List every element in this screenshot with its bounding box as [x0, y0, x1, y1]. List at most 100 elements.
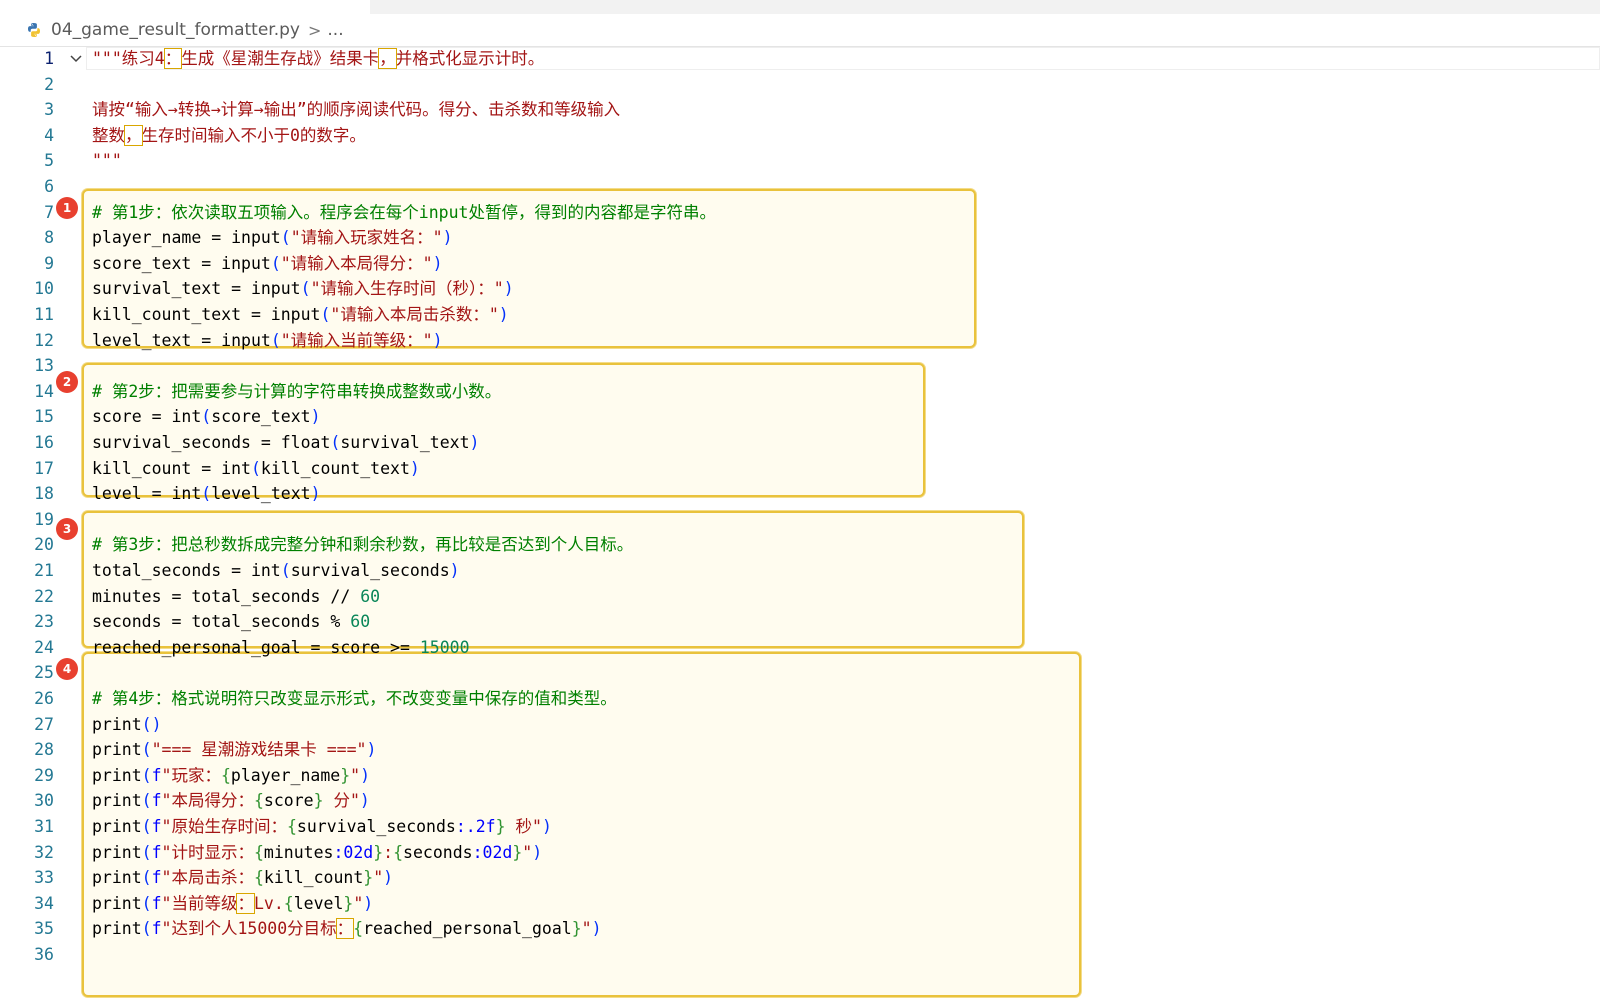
code-text: score = int(score_text)	[92, 407, 321, 427]
line-number: 33	[34, 868, 54, 888]
code-line[interactable]: 18 level = int(level_text)	[0, 481, 1600, 507]
line-number: 22	[34, 586, 54, 606]
line-number: 34	[34, 893, 54, 913]
line-number: 13	[34, 356, 54, 376]
line-number: 35	[34, 919, 54, 939]
line-number: 1	[44, 49, 54, 68]
code-line[interactable]: 17 kill_count = int(kill_count_text)	[0, 456, 1600, 482]
code-line[interactable]: 14 # 第2步：把需要参与计算的字符串转换成整数或小数。	[0, 379, 1600, 405]
python-file-icon	[26, 22, 42, 38]
code-line[interactable]: 22 minutes = total_seconds // 60	[0, 584, 1600, 610]
code-line[interactable]: 25	[0, 660, 1600, 686]
code-line[interactable]: 35 print(f"达到个人15000分目标：{reached_personal…	[0, 916, 1600, 942]
line-number: 17	[34, 458, 54, 478]
line-number: 19	[34, 509, 54, 529]
code-text: # 第2步：把需要参与计算的字符串转换成整数或小数。	[92, 381, 502, 401]
code-line[interactable]: 34 print(f"当前等级：Lv.{level}")	[0, 891, 1600, 917]
line-number: 29	[34, 765, 54, 785]
code-text: total_seconds = int(survival_seconds)	[92, 561, 460, 580]
breadcrumb-more[interactable]: ...	[327, 20, 343, 40]
code-line[interactable]: 1 """练习4：生成《星潮生存战》结果卡，并格式化显示计时。	[0, 46, 1600, 72]
code-line[interactable]: 21 total_seconds = int(survival_seconds)	[0, 558, 1600, 584]
code-line[interactable]: 29 print(f"玩家：{player_name}")	[0, 763, 1600, 789]
line-number: 31	[34, 817, 54, 836]
code-text: kill_count_text = input("请输入本局击杀数：")	[92, 305, 509, 324]
line-number: 10	[34, 279, 54, 299]
line-number: 5	[44, 151, 54, 171]
code-line[interactable]: 5 """	[0, 148, 1600, 174]
code-line[interactable]: 27 print()	[0, 712, 1600, 738]
code-text: print(f"当前等级：Lv.{level}")	[92, 892, 374, 914]
code-text: survival_text = input("请输入生存时间（秒）：")	[92, 279, 514, 299]
code-line[interactable]: 24 reached_personal_goal = score >= 15000	[0, 635, 1600, 661]
code-text: level = int(level_text)	[92, 484, 321, 504]
line-number: 23	[34, 612, 54, 632]
code-text: # 第3步：把总秒数拆成完整分钟和剩余秒数，再比较是否达到个人目标。	[92, 535, 634, 555]
line-number: 15	[34, 407, 54, 427]
code-text: score_text = input("请输入本局得分：")	[92, 253, 443, 273]
breadcrumb-file[interactable]: 04_game_result_formatter.py	[51, 20, 300, 40]
line-number: 11	[34, 305, 54, 324]
line-number: 16	[34, 433, 54, 452]
code-text: player_name = input("请输入玩家姓名：")	[92, 228, 453, 248]
code-line[interactable]: 31 print(f"原始生存时间：{survival_seconds:.2f} …	[0, 814, 1600, 840]
breadcrumb-separator: >	[307, 20, 322, 40]
breadcrumb: 04_game_result_formatter.py > ...	[0, 14, 1600, 47]
code-text: """	[92, 151, 122, 171]
code-text: minutes = total_seconds // 60	[92, 586, 381, 606]
line-number: 24	[34, 637, 54, 657]
code-text: print(f"计时显示：{minutes:02d}:{seconds:02d}…	[92, 842, 543, 862]
code-line[interactable]: 2	[0, 72, 1600, 98]
top-strip	[370, 0, 1600, 14]
code-line[interactable]: 12 level_text = input("请输入当前等级：")	[0, 328, 1600, 354]
code-text: print("=== 星潮游戏结果卡 ===")	[92, 740, 377, 760]
code-text: print(f"原始生存时间：{survival_seconds:.2f} 秒"…	[92, 817, 552, 836]
line-number: 12	[34, 330, 54, 350]
code-line[interactable]: 7 # 第1步：依次读取五项输入。程序会在每个input处暂停，得到的内容都是字符…	[0, 200, 1600, 226]
code-line[interactable]: 32 print(f"计时显示：{minutes:02d}:{seconds:02…	[0, 840, 1600, 866]
line-number: 36	[34, 945, 54, 964]
code-text: kill_count = int(kill_count_text)	[92, 458, 420, 478]
code-line[interactable]: 30 print(f"本局得分：{score} 分")	[0, 788, 1600, 814]
code-line[interactable]: 4 整数，生存时间输入不小于0的数字。	[0, 123, 1600, 149]
code-line[interactable]: 10 survival_text = input("请输入生存时间（秒）：")	[0, 276, 1600, 302]
line-number: 4	[44, 125, 54, 145]
line-number: 27	[34, 714, 54, 734]
line-number: 7	[44, 202, 54, 222]
line-number: 32	[34, 842, 54, 862]
code-line[interactable]: 36	[0, 942, 1600, 968]
code-text: # 第4步：格式说明符只改变显示形式，不改变变量中保存的值和类型。	[92, 689, 617, 708]
code-line[interactable]: 20 # 第3步：把总秒数拆成完整分钟和剩余秒数，再比较是否达到个人目标。	[0, 532, 1600, 558]
chevron-down-icon[interactable]	[68, 46, 84, 72]
code-line[interactable]: 3 请按“输入→转换→计算→输出”的顺序阅读代码。得分、击杀数和等级输入	[0, 97, 1600, 123]
code-editor[interactable]: 1 2 3 4 1 """练习4：生成《星潮生存战》结果卡，并格式化显示计时。 2 3…	[0, 46, 1600, 1000]
code-line[interactable]: 11 kill_count_text = input("请输入本局击杀数：")	[0, 302, 1600, 328]
code-line[interactable]: 26 # 第4步：格式说明符只改变显示形式，不改变变量中保存的值和类型。	[0, 686, 1600, 712]
code-line[interactable]: 28 print("=== 星潮游戏结果卡 ===")	[0, 737, 1600, 763]
line-number: 3	[44, 100, 54, 120]
code-text: """练习4：生成《星潮生存战》结果卡，并格式化显示计时。	[92, 48, 545, 69]
code-text: 整数，生存时间输入不小于0的数字。	[92, 124, 366, 146]
line-number: 9	[44, 253, 54, 273]
code-line[interactable]: 19	[0, 507, 1600, 533]
code-line[interactable]: 16 survival_seconds = float(survival_text…	[0, 430, 1600, 456]
code-line[interactable]: 15 score = int(score_text)	[0, 404, 1600, 430]
line-number: 14	[34, 381, 54, 401]
code-text: print(f"本局得分：{score} 分")	[92, 791, 370, 811]
line-number: 26	[34, 689, 54, 708]
code-line[interactable]: 13	[0, 353, 1600, 379]
code-text: print(f"玩家：{player_name}")	[92, 765, 371, 785]
code-line[interactable]: 23 seconds = total_seconds % 60	[0, 609, 1600, 635]
line-number: 30	[34, 791, 54, 811]
code-line[interactable]: 8 player_name = input("请输入玩家姓名：")	[0, 225, 1600, 251]
line-number: 21	[34, 561, 54, 580]
code-text: 请按“输入→转换→计算→输出”的顺序阅读代码。得分、击杀数和等级输入	[92, 100, 621, 120]
code-text: survival_seconds = float(survival_text)	[92, 433, 480, 452]
code-line[interactable]: 33 print(f"本局击杀：{kill_count}")	[0, 865, 1600, 891]
code-line[interactable]: 9 score_text = input("请输入本局得分：")	[0, 251, 1600, 277]
code-text: print(f"本局击杀：{kill_count}")	[92, 868, 394, 888]
line-number: 20	[34, 535, 54, 555]
code-text: reached_personal_goal = score >= 15000	[92, 637, 470, 657]
code-line[interactable]: 6	[0, 174, 1600, 200]
code-text: # 第1步：依次读取五项输入。程序会在每个input处暂停，得到的内容都是字符串…	[92, 202, 716, 222]
